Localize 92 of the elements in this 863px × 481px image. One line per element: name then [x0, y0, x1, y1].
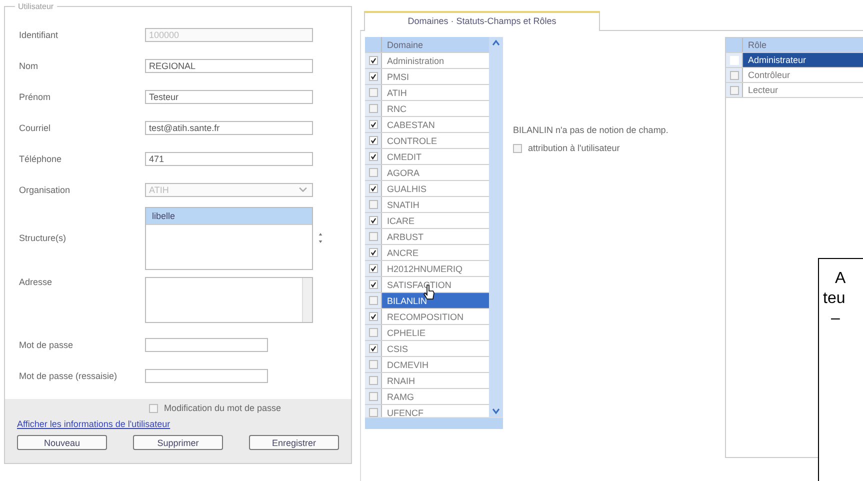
- checkbox[interactable]: [368, 344, 378, 353]
- column-header: Domaine: [386, 40, 424, 50]
- grid-row[interactable]: ATIH: [365, 85, 489, 101]
- updown-icon[interactable]: [318, 232, 323, 244]
- checkbox[interactable]: [368, 280, 378, 289]
- scroll-down-icon[interactable]: [491, 407, 501, 415]
- grid-row[interactable]: BILANLIN: [365, 293, 489, 309]
- grid-row[interactable]: CONTROLE: [365, 133, 489, 149]
- checkbox[interactable]: [368, 360, 378, 369]
- checkbox[interactable]: [368, 328, 378, 337]
- grid-row[interactable]: CPHELIE: [365, 325, 489, 341]
- scroll-up-icon[interactable]: [491, 39, 501, 47]
- grid-row[interactable]: RNAIH: [365, 373, 489, 389]
- field-label: Structure(s): [19, 233, 68, 243]
- text-field[interactable]: 471: [145, 152, 313, 166]
- action-button[interactable]: Nouveau: [17, 435, 107, 450]
- checkbox[interactable]: [368, 392, 378, 401]
- checkbox[interactable]: [368, 104, 378, 113]
- horizontal-scrollbar[interactable]: [365, 417, 503, 429]
- checkbox[interactable]: [368, 296, 378, 305]
- checkbox[interactable]: [368, 120, 378, 129]
- field-label: Adresse: [19, 277, 54, 287]
- grid-row[interactable]: Lecteur: [726, 83, 863, 98]
- grid-row[interactable]: RAMG: [365, 389, 489, 405]
- grid-row[interactable]: ICARE: [365, 213, 489, 229]
- grid-row[interactable]: RECOMPOSITION: [365, 309, 489, 325]
- grid-row[interactable]: Contrôleur: [726, 68, 863, 83]
- list-item[interactable]: libelle: [146, 208, 312, 224]
- field-label: Mot de passe: [19, 340, 74, 350]
- checkbox[interactable]: [368, 168, 378, 177]
- checkbox-label: Modification du mot de passe: [164, 403, 282, 413]
- grid-row[interactable]: SATISFACTION: [365, 277, 489, 293]
- callout-text: –: [831, 309, 840, 329]
- grid-row[interactable]: UFENCF: [365, 405, 489, 417]
- checkbox[interactable]: [368, 72, 378, 81]
- checkbox[interactable]: [368, 184, 378, 193]
- checkbox[interactable]: [368, 408, 378, 417]
- checkbox[interactable]: [368, 88, 378, 97]
- grid-row[interactable]: CMEDIT: [365, 149, 489, 165]
- grid-row[interactable]: PMSI: [365, 69, 489, 85]
- scrollbar[interactable]: [489, 37, 503, 417]
- checkbox[interactable]: [730, 70, 738, 80]
- callout-text: teu: [823, 289, 846, 309]
- grid-row[interactable]: ARBUST: [365, 229, 489, 245]
- field-label: Nom: [19, 60, 40, 70]
- callout-text: A: [835, 269, 846, 289]
- checkbox[interactable]: [368, 376, 378, 385]
- grid-row[interactable]: Administrateur: [726, 53, 863, 68]
- field-label: Prénom: [19, 92, 52, 102]
- field-label: Organisation: [19, 184, 72, 194]
- user-info-link[interactable]: Afficher les informations de l'utilisateur: [17, 419, 339, 429]
- text-field[interactable]: Testeur: [145, 90, 313, 104]
- checkbox[interactable]: [368, 248, 378, 257]
- checkbox-label: attribution à l'utilisateur: [528, 143, 620, 153]
- checkbox[interactable]: [730, 86, 738, 94]
- text-field[interactable]: test@atih.sante.fr: [145, 120, 313, 134]
- grid-row[interactable]: CABESTAN: [365, 117, 489, 133]
- address-field[interactable]: [145, 277, 313, 323]
- panel-legend: Utilisateur: [15, 2, 57, 11]
- checkbox[interactable]: [368, 136, 378, 145]
- checkbox[interactable]: [368, 216, 378, 225]
- checkbox[interactable]: [513, 144, 522, 152]
- info-message: BILANLIN n'a pas de notion de champ.: [513, 125, 670, 135]
- action-button[interactable]: Supprimer: [133, 435, 223, 450]
- text-field[interactable]: REGIONAL: [145, 58, 313, 72]
- grid-row[interactable]: Administration: [365, 53, 489, 69]
- action-button[interactable]: Enregistrer: [249, 435, 339, 450]
- grid-row[interactable]: ANCRE: [365, 245, 489, 261]
- scrollbar[interactable]: [302, 278, 312, 322]
- checkbox[interactable]: [368, 264, 378, 273]
- checkbox[interactable]: [368, 200, 378, 209]
- grid-row[interactable]: DCMEVIH: [365, 357, 489, 373]
- field-label: Mot de passe (ressaisie): [19, 370, 118, 380]
- structure-listbox[interactable]: libelle: [145, 206, 313, 270]
- checkbox[interactable]: [149, 404, 158, 412]
- field-label: Courriel: [19, 122, 52, 132]
- password-field[interactable]: [145, 368, 268, 382]
- checkbox[interactable]: [368, 312, 378, 321]
- column-header: Rôle: [747, 40, 767, 50]
- password-field[interactable]: [145, 338, 268, 352]
- grid-row[interactable]: CSIS: [365, 341, 489, 357]
- tab[interactable]: Domaines · Statuts-Champs et Rôles: [364, 11, 600, 31]
- field-label: Téléphone: [19, 154, 63, 164]
- grid-row[interactable]: H2012HNUMERIQ: [365, 261, 489, 277]
- checkbox[interactable]: [368, 232, 378, 241]
- field-label: Identifiant: [19, 30, 60, 40]
- grid-row[interactable]: AGORA: [365, 165, 489, 181]
- grid-row[interactable]: RNC: [365, 101, 489, 117]
- grid-row[interactable]: SNATIH: [365, 197, 489, 213]
- checkbox[interactable]: [368, 56, 378, 65]
- checkbox[interactable]: [368, 152, 378, 161]
- grid-row[interactable]: GUALHIS: [365, 181, 489, 197]
